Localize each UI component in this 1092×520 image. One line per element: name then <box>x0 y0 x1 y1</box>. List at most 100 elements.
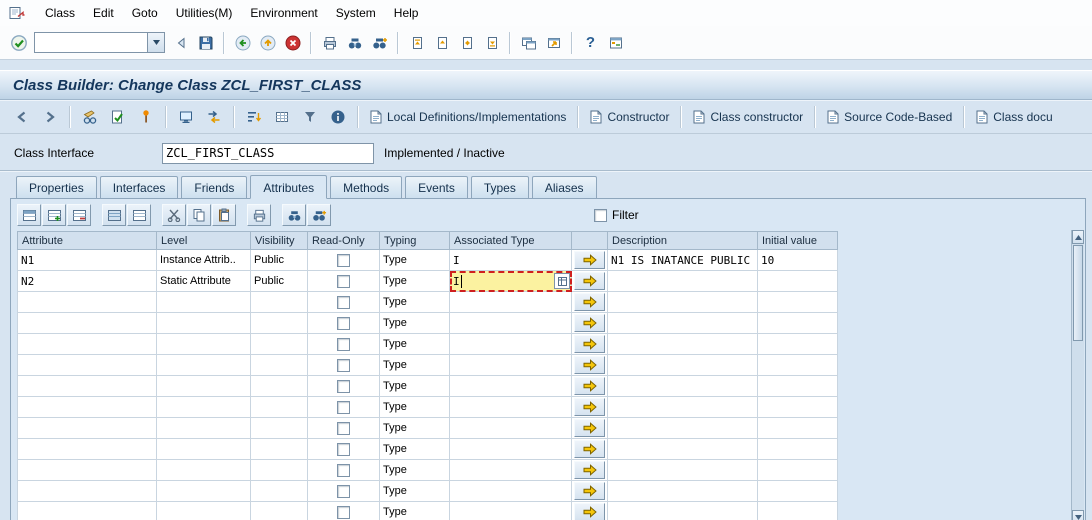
cell-associated-type[interactable] <box>450 355 572 376</box>
find-next-rows-button[interactable] <box>307 204 331 226</box>
cell-associated-type[interactable] <box>450 397 572 418</box>
class-interface-field[interactable]: ZCL_FIRST_CLASS <box>162 142 374 164</box>
menu-item-class[interactable]: Class <box>36 2 84 24</box>
detail-arrow-button[interactable] <box>574 419 605 437</box>
tab-methods[interactable]: Methods <box>330 176 403 199</box>
cell-initial-value[interactable] <box>758 481 838 502</box>
cell-visibility[interactable] <box>251 355 308 376</box>
cell-typing[interactable]: Type <box>380 460 450 481</box>
menu-item-utilities-m[interactable]: Utilities(M) <box>167 2 242 24</box>
read-only-checkbox[interactable] <box>337 337 350 351</box>
back-nav-button[interactable] <box>8 104 36 130</box>
cell-attribute[interactable] <box>17 418 157 439</box>
cell-level[interactable] <box>157 292 251 313</box>
cell-typing[interactable]: Type <box>380 502 450 520</box>
cell-description[interactable] <box>608 313 758 334</box>
cell-initial-value[interactable] <box>758 376 838 397</box>
detail-arrow-button[interactable] <box>574 335 605 353</box>
cell-initial-value[interactable]: 10 <box>758 250 838 271</box>
cell-description[interactable] <box>608 334 758 355</box>
read-only-checkbox[interactable] <box>337 379 350 393</box>
deselect-all-button[interactable] <box>127 204 151 226</box>
column-header-visibility[interactable]: Visibility <box>251 231 308 250</box>
read-only-checkbox[interactable] <box>337 484 350 498</box>
cell-associated-type[interactable] <box>450 502 572 520</box>
cell-description[interactable] <box>608 460 758 481</box>
detail-arrow-button[interactable] <box>574 293 605 311</box>
cell-associated-type[interactable] <box>450 460 572 481</box>
column-header-level[interactable]: Level <box>157 231 251 250</box>
enter-button[interactable] <box>6 30 31 55</box>
check-button[interactable] <box>104 104 132 130</box>
cell-typing[interactable]: Type <box>380 376 450 397</box>
cell-attribute[interactable]: N1 <box>17 250 157 271</box>
tab-events[interactable]: Events <box>405 176 468 199</box>
cell-visibility[interactable] <box>251 397 308 418</box>
tab-friends[interactable]: Friends <box>181 176 248 199</box>
detail-arrow-button[interactable] <box>574 461 605 479</box>
cell-description[interactable] <box>608 481 758 502</box>
cell-visibility[interactable] <box>251 481 308 502</box>
cell-attribute[interactable] <box>17 439 157 460</box>
cell-attribute[interactable] <box>17 397 157 418</box>
cell-level[interactable] <box>157 355 251 376</box>
filter-columns-button[interactable] <box>296 104 324 130</box>
read-only-checkbox[interactable] <box>337 316 350 330</box>
column-header-attribute[interactable]: Attribute <box>17 231 157 250</box>
read-only-checkbox[interactable] <box>337 421 350 435</box>
cell-level[interactable] <box>157 481 251 502</box>
cell-visibility[interactable]: Public <box>251 271 308 292</box>
cell-level[interactable] <box>157 334 251 355</box>
menu-item-help[interactable]: Help <box>385 2 428 24</box>
cell-description[interactable] <box>608 271 758 292</box>
cell-description[interactable] <box>608 376 758 397</box>
cell-associated-type[interactable] <box>450 313 572 334</box>
cell-typing[interactable]: Type <box>380 418 450 439</box>
cell-typing[interactable]: Type <box>380 355 450 376</box>
cell-initial-value[interactable] <box>758 439 838 460</box>
class-docu-button[interactable]: Class docu <box>970 104 1058 130</box>
local-definitions-implementations-button[interactable]: Local Definitions/Implementations <box>364 104 572 130</box>
insert-row-button[interactable] <box>17 204 41 226</box>
cell-attribute[interactable] <box>17 376 157 397</box>
cell-level[interactable] <box>157 418 251 439</box>
cell-visibility[interactable] <box>251 334 308 355</box>
scrollbar-thumb[interactable] <box>1073 245 1083 341</box>
cell-associated-type[interactable] <box>450 481 572 502</box>
where-used-button[interactable] <box>200 104 228 130</box>
column-header-initial-value[interactable]: Initial value <box>758 231 838 250</box>
column-header-typing[interactable]: Typing <box>380 231 450 250</box>
scroll-down-button[interactable] <box>1072 510 1084 520</box>
print-rows-button[interactable] <box>247 204 271 226</box>
cell-initial-value[interactable] <box>758 355 838 376</box>
system-menu-button[interactable] <box>6 4 28 22</box>
cell-typing[interactable]: Type <box>380 439 450 460</box>
find-rows-button[interactable] <box>282 204 306 226</box>
menu-item-system[interactable]: System <box>327 2 385 24</box>
read-only-checkbox[interactable] <box>337 463 350 477</box>
cell-initial-value[interactable] <box>758 271 838 292</box>
command-field-dropdown[interactable] <box>147 33 164 52</box>
menu-item-goto[interactable]: Goto <box>123 2 167 24</box>
cell-level[interactable]: Instance Attrib.. <box>157 250 251 271</box>
paste-button[interactable] <box>212 204 236 226</box>
detail-arrow-button[interactable] <box>574 503 605 520</box>
tab-attributes[interactable]: Attributes <box>250 175 328 199</box>
class-constructor-button[interactable]: Class constructor <box>687 104 809 130</box>
back-button[interactable] <box>230 30 255 55</box>
table-vscrollbar[interactable] <box>1071 230 1084 520</box>
tab-aliases[interactable]: Aliases <box>531 176 597 199</box>
detail-arrow-button[interactable] <box>574 482 605 500</box>
cell-description[interactable] <box>608 355 758 376</box>
cell-typing[interactable]: Type <box>380 334 450 355</box>
delete-row-button[interactable] <box>67 204 91 226</box>
cell-associated-type[interactable] <box>450 418 572 439</box>
cell-attribute[interactable] <box>17 460 157 481</box>
detail-arrow-button[interactable] <box>574 377 605 395</box>
cell-visibility[interactable] <box>251 502 308 520</box>
cell-attribute[interactable] <box>17 355 157 376</box>
cell-level[interactable] <box>157 439 251 460</box>
print-button[interactable] <box>317 30 342 55</box>
cell-description[interactable] <box>608 502 758 520</box>
cut-button[interactable] <box>162 204 186 226</box>
